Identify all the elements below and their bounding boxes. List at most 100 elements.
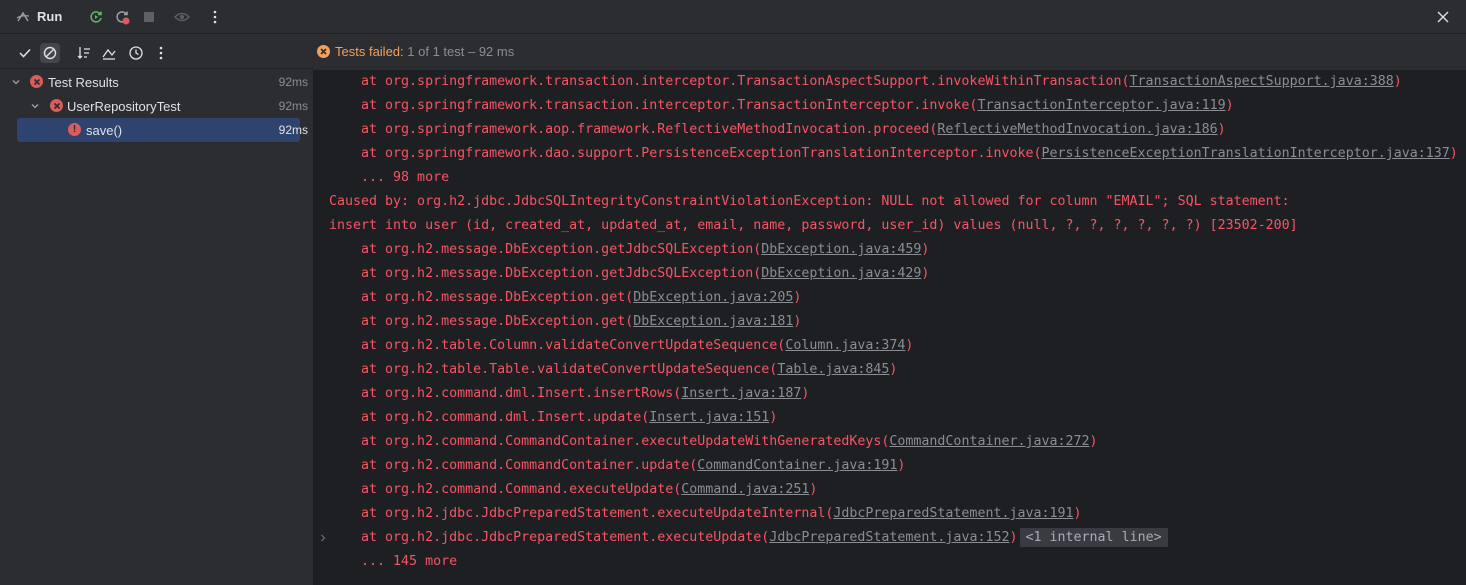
stack-trace-text: at org.h2.command.CommandContainer.execu… [329, 434, 890, 449]
stack-trace-tail: ) [889, 362, 898, 377]
chevron-down-icon[interactable] [29, 100, 41, 112]
stack-trace-tail: ) [1009, 530, 1018, 545]
source-link[interactable]: DbException.java:205 [633, 290, 793, 305]
tool-window-title: Run [37, 9, 63, 24]
stack-trace-tail: ) [1217, 122, 1226, 137]
stack-trace-text: insert into user (id, created_at, update… [329, 218, 1298, 233]
chevron-right-icon[interactable] [317, 532, 329, 544]
source-link[interactable]: Command.java:251 [681, 482, 809, 497]
rerun-icon[interactable] [87, 8, 105, 26]
tree-node-label: save() [86, 123, 123, 138]
close-icon[interactable] [1434, 8, 1452, 26]
stack-trace-text: at org.h2.jdbc.JdbcPreparedStatement.exe… [329, 506, 834, 521]
stack-trace-line: insert into user (id, created_at, update… [329, 214, 1298, 238]
tree-node-duration: 92ms [278, 99, 308, 113]
stack-trace-text: at org.h2.message.DbException.getJdbcSQL… [329, 266, 762, 281]
stack-trace-text: at org.springframework.dao.support.Persi… [329, 146, 1042, 161]
stack-trace-line: Caused by: org.h2.jdbc.JdbcSQLIntegrityC… [329, 190, 1290, 214]
stack-trace-text: at org.h2.message.DbException.getJdbcSQL… [329, 242, 762, 257]
stack-trace-line: at org.h2.message.DbException.get(DbExce… [329, 310, 801, 334]
source-link[interactable]: CommandContainer.java:272 [889, 434, 1089, 449]
stack-trace-tail: ) [801, 386, 810, 401]
chevron-down-icon[interactable] [10, 76, 22, 88]
source-link[interactable]: PersistenceExceptionTranslationIntercept… [1041, 146, 1449, 161]
failed-status-icon [317, 44, 330, 58]
stack-trace-text: at org.h2.command.Command.executeUpdate( [329, 482, 682, 497]
source-link[interactable]: DbException.java:459 [761, 242, 921, 257]
stack-trace-tail: ) [921, 266, 930, 281]
stack-trace-tail: ) [1225, 98, 1234, 113]
more-options-icon[interactable] [206, 8, 224, 26]
tree-node-duration: 92ms [278, 123, 308, 137]
stack-trace-line: at org.h2.command.Command.executeUpdate(… [329, 478, 817, 502]
tests-failed-count: 1 of 1 test – 92 ms [403, 43, 515, 59]
run-tool-icon [14, 8, 32, 26]
tree-more-options-icon[interactable] [151, 43, 171, 63]
stack-trace-tail: ) [1393, 74, 1402, 89]
stack-trace-tail: ) [921, 242, 930, 257]
stack-trace-text: at org.springframework.transaction.inter… [329, 98, 978, 113]
stack-trace-line: at org.h2.message.DbException.get(DbExce… [329, 286, 801, 310]
history-clock-icon[interactable] [126, 43, 146, 63]
source-link[interactable]: CommandContainer.java:191 [697, 458, 897, 473]
show-passed-check-icon[interactable] [15, 43, 35, 63]
tests-failed-label: Tests failed: [335, 43, 404, 59]
stack-trace-tail: ) [1073, 506, 1082, 521]
tool-window-header: Run [0, 0, 1466, 34]
stack-trace-line: at org.springframework.transaction.inter… [329, 94, 1234, 118]
tree-node-label: Test Results [48, 75, 119, 90]
stack-trace-line: at org.springframework.aop.framework.Ref… [329, 118, 1226, 142]
exclamation-error-icon: ! [68, 123, 81, 136]
source-link[interactable]: TransactionAspectSupport.java:388 [1130, 74, 1394, 89]
stack-trace-text: at org.h2.table.Table.validateConvertUpd… [329, 362, 778, 377]
source-link[interactable]: Insert.java:187 [681, 386, 801, 401]
tree-node-test-results[interactable]: Test Results 92ms [0, 70, 313, 94]
stack-trace-tail: ) [793, 290, 802, 305]
stack-trace-tail: ) [769, 410, 778, 425]
test-tree-toolbar [0, 35, 313, 69]
tree-node-save[interactable]: ! save() 92ms [17, 118, 308, 142]
sort-icon[interactable] [74, 43, 94, 63]
import-tests-icon[interactable] [99, 43, 119, 63]
internal-lines-badge[interactable]: <1 internal line> [1019, 528, 1168, 547]
stack-trace-text: at org.h2.command.CommandContainer.updat… [329, 458, 698, 473]
eye-icon[interactable] [173, 8, 191, 26]
source-link[interactable]: DbException.java:429 [761, 266, 921, 281]
stack-trace-tail: ) [809, 482, 818, 497]
stack-trace-line: ... 145 more [329, 550, 457, 574]
stack-trace-text: at org.h2.table.Column.validateConvertUp… [329, 338, 786, 353]
stack-trace-text: at org.h2.command.dml.Insert.update( [329, 410, 650, 425]
source-link[interactable]: Column.java:374 [785, 338, 905, 353]
source-link[interactable]: DbException.java:181 [633, 314, 793, 329]
source-link[interactable]: TransactionInterceptor.java:119 [977, 98, 1225, 113]
stack-trace-text: at org.h2.command.dml.Insert.insertRows( [329, 386, 682, 401]
stack-trace-line: at org.h2.message.DbException.getJdbcSQL… [329, 262, 929, 286]
source-link[interactable]: JdbcPreparedStatement.java:152 [769, 530, 1009, 545]
stack-trace-text: at org.h2.message.DbException.get( [329, 314, 634, 329]
console-output[interactable]: at org.springframework.transaction.inter… [313, 70, 1466, 585]
show-ignored-icon[interactable] [40, 43, 60, 63]
test-results-tree: Test Results 92ms UserRepositoryTest 92m… [0, 70, 313, 585]
stack-trace-line: at org.h2.command.CommandContainer.execu… [329, 430, 1098, 454]
source-link[interactable]: JdbcPreparedStatement.java:191 [833, 506, 1073, 521]
stack-trace-tail: ) [1089, 434, 1098, 449]
test-status-summary: Tests failed: 1 of 1 test – 92 ms [317, 42, 514, 60]
failed-x-icon [30, 75, 43, 88]
stack-trace-tail: ) [897, 458, 906, 473]
source-link[interactable]: Insert.java:151 [649, 410, 769, 425]
failed-x-icon [50, 99, 63, 112]
rerun-failed-tests-icon[interactable] [113, 8, 131, 26]
stack-trace-text: Caused by: org.h2.jdbc.JdbcSQLIntegrityC… [329, 194, 1290, 209]
source-link[interactable]: Table.java:845 [777, 362, 889, 377]
source-link[interactable]: ReflectiveMethodInvocation.java:186 [937, 122, 1217, 137]
stop-icon[interactable] [140, 8, 158, 26]
stack-trace-line: at org.h2.message.DbException.getJdbcSQL… [329, 238, 929, 262]
stack-trace-tail: ) [905, 338, 914, 353]
stack-trace-line: at org.h2.command.dml.Insert.update(Inse… [329, 406, 777, 430]
stack-trace-line: at org.h2.table.Column.validateConvertUp… [329, 334, 913, 358]
tree-node-userrepositorytest[interactable]: UserRepositoryTest 92ms [0, 94, 313, 118]
stack-trace-line: at org.h2.jdbc.JdbcPreparedStatement.exe… [329, 502, 1082, 526]
stack-trace-text: ... 145 more [329, 554, 458, 569]
stack-trace-line: at org.h2.command.dml.Insert.insertRows(… [329, 382, 809, 406]
stack-trace-line: at org.h2.jdbc.JdbcPreparedStatement.exe… [329, 526, 1168, 550]
